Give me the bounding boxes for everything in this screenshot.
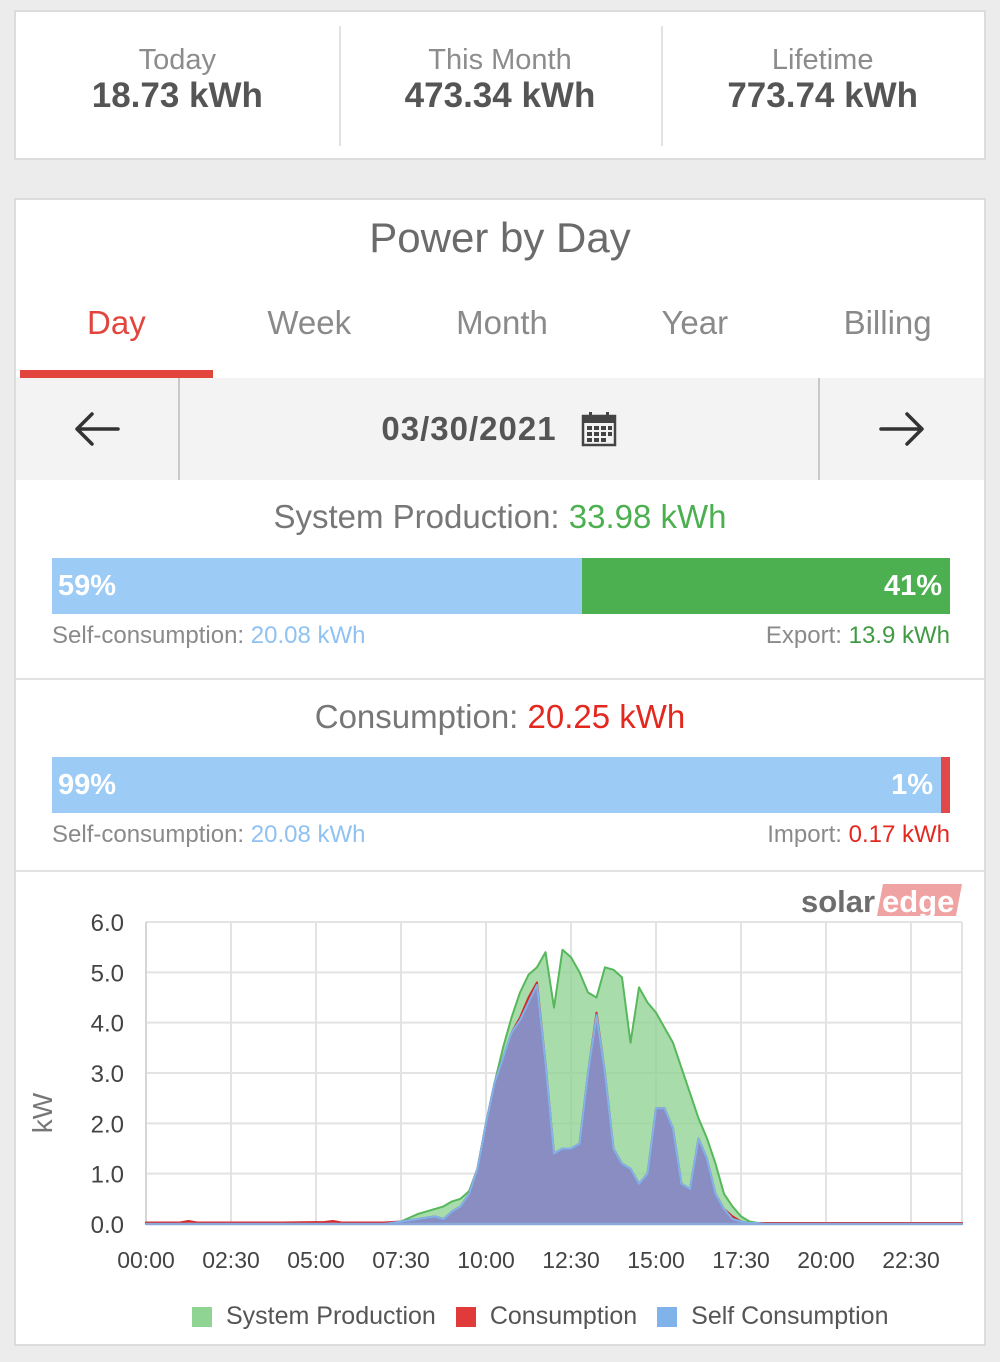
y-tick-label: 0.0 bbox=[91, 1212, 124, 1239]
tab-billing[interactable]: Billing bbox=[791, 292, 984, 378]
arrow-right-icon bbox=[879, 412, 924, 446]
x-tick-label: 05:00 bbox=[287, 1247, 345, 1273]
card-title: Power by Day bbox=[369, 214, 631, 261]
consumption-value: 20.25 kWh bbox=[527, 698, 686, 735]
production-bar: 59% 41% bbox=[52, 558, 950, 614]
legend-swatch bbox=[192, 1306, 212, 1327]
logo-text-solar: solar bbox=[801, 884, 875, 919]
summary-label: This Month bbox=[428, 44, 572, 76]
summary-lifetime: Lifetime 773.74 kWh bbox=[661, 12, 984, 158]
prev-day-button[interactable] bbox=[16, 378, 178, 480]
production-breakdown: Self-consumption: 20.08 kWh Export: 13.9… bbox=[52, 622, 950, 650]
legend-item-production[interactable]: System Production bbox=[192, 1302, 436, 1331]
y-axis-title: kW bbox=[27, 1092, 58, 1133]
calendar-icon[interactable] bbox=[581, 411, 617, 447]
x-tick-label: 02:30 bbox=[202, 1247, 260, 1273]
tab-week[interactable]: Week bbox=[213, 292, 406, 378]
x-tick-label: 00:00 bbox=[117, 1247, 175, 1273]
date-picker[interactable]: 03/30/2021 bbox=[178, 378, 820, 480]
import-value: 0.17 kWh bbox=[848, 821, 950, 848]
legend-swatch bbox=[657, 1306, 678, 1327]
consumption-heading: Consumption: 20.25 kWh bbox=[16, 698, 984, 736]
logo-text-edge: edge bbox=[882, 884, 954, 919]
import-label: Import: bbox=[767, 821, 842, 848]
export-value: 13.9 kWh bbox=[848, 622, 950, 649]
legend-label: Consumption bbox=[489, 1302, 638, 1330]
consumption-self-percent: 99% bbox=[58, 768, 117, 801]
x-tick-label: 17:30 bbox=[712, 1247, 770, 1273]
tab-year[interactable]: Year bbox=[598, 292, 791, 378]
y-tick-label: 6.0 bbox=[91, 910, 124, 937]
consumption-label: Consumption: bbox=[314, 698, 519, 735]
summary-value: 18.73 kWh bbox=[91, 76, 263, 115]
production-label: System Production: bbox=[273, 498, 560, 535]
summary-label: Lifetime bbox=[771, 44, 874, 76]
production-export-percent: 41% bbox=[883, 569, 942, 602]
x-tick-label: 12:30 bbox=[542, 1247, 600, 1273]
y-tick-label: 5.0 bbox=[91, 960, 124, 987]
date-navigator: 03/30/2021 bbox=[16, 378, 984, 480]
summary-value: 773.74 kWh bbox=[727, 76, 918, 115]
self-consumption-value: 20.08 kWh bbox=[250, 622, 366, 649]
legend-swatch bbox=[455, 1306, 476, 1327]
production-self-segment: 59% bbox=[52, 558, 582, 614]
consumption-import-segment bbox=[941, 757, 950, 813]
self-consumption-label: Self-consumption: bbox=[52, 821, 245, 848]
production-heading: System Production: 33.98 kWh bbox=[16, 498, 984, 536]
export-label: Export: bbox=[765, 622, 842, 649]
y-tick-label: 2.0 bbox=[91, 1111, 124, 1138]
x-tick-label: 10:00 bbox=[457, 1247, 515, 1273]
legend-label: System Production bbox=[226, 1302, 436, 1330]
x-tick-label: 15:00 bbox=[627, 1247, 685, 1273]
legend-item-consumption[interactable]: Consumption bbox=[455, 1302, 638, 1331]
chart-legend: System Production Consumption Self Consu… bbox=[192, 1302, 888, 1331]
x-tick-label: 20:00 bbox=[797, 1247, 855, 1273]
production-value: 33.98 kWh bbox=[568, 498, 727, 535]
power-card: Power by Day Day Week Month Year Billing… bbox=[14, 198, 986, 1346]
solaredge-logo: solar edge bbox=[801, 884, 962, 919]
production-export-segment: 41% bbox=[581, 558, 950, 614]
y-tick-label: 4.0 bbox=[91, 1011, 124, 1038]
legend-label: Self Consumption bbox=[691, 1302, 889, 1330]
consumption-bar: 99% 1% bbox=[52, 757, 950, 813]
y-tick-label: 1.0 bbox=[91, 1162, 124, 1189]
consumption-breakdown: Self-consumption: 20.08 kWh Import: 0.17… bbox=[52, 821, 950, 849]
consumption-self-segment: 99% 1% bbox=[52, 757, 942, 813]
summary-value: 473.34 kWh bbox=[404, 76, 596, 115]
tab-month[interactable]: Month bbox=[406, 292, 599, 378]
power-chart: 0.0 1.0 2.0 3.0 4.0 5.0 6.0 00:00 02:30 05:00 07:3… bbox=[27, 884, 963, 1273]
x-tick-label: 07:30 bbox=[372, 1247, 430, 1273]
summary-this-month: This Month 473.34 kWh bbox=[338, 12, 662, 158]
x-tick-label: 22:30 bbox=[882, 1247, 940, 1273]
y-tick-label: 3.0 bbox=[91, 1061, 124, 1088]
arrow-left-icon bbox=[75, 412, 120, 446]
production-self-percent: 59% bbox=[58, 569, 117, 602]
period-tabs: Day Week Month Year Billing bbox=[20, 292, 984, 378]
section-divider bbox=[16, 678, 984, 680]
tab-day[interactable]: Day bbox=[20, 292, 213, 378]
summary-label: Today bbox=[138, 44, 217, 76]
summary-card: Today 18.73 kWh This Month 473.34 kWh Li… bbox=[14, 10, 986, 160]
self-consumption-value: 20.08 kWh bbox=[250, 821, 366, 848]
next-day-button[interactable] bbox=[820, 378, 984, 480]
consumption-import-percent: 1% bbox=[891, 768, 934, 801]
self-consumption-label: Self-consumption: bbox=[52, 622, 245, 649]
date-label: 03/30/2021 bbox=[381, 410, 557, 447]
legend-item-self-consumption[interactable]: Self Consumption bbox=[657, 1302, 888, 1331]
summary-today: Today 18.73 kWh bbox=[16, 12, 339, 158]
